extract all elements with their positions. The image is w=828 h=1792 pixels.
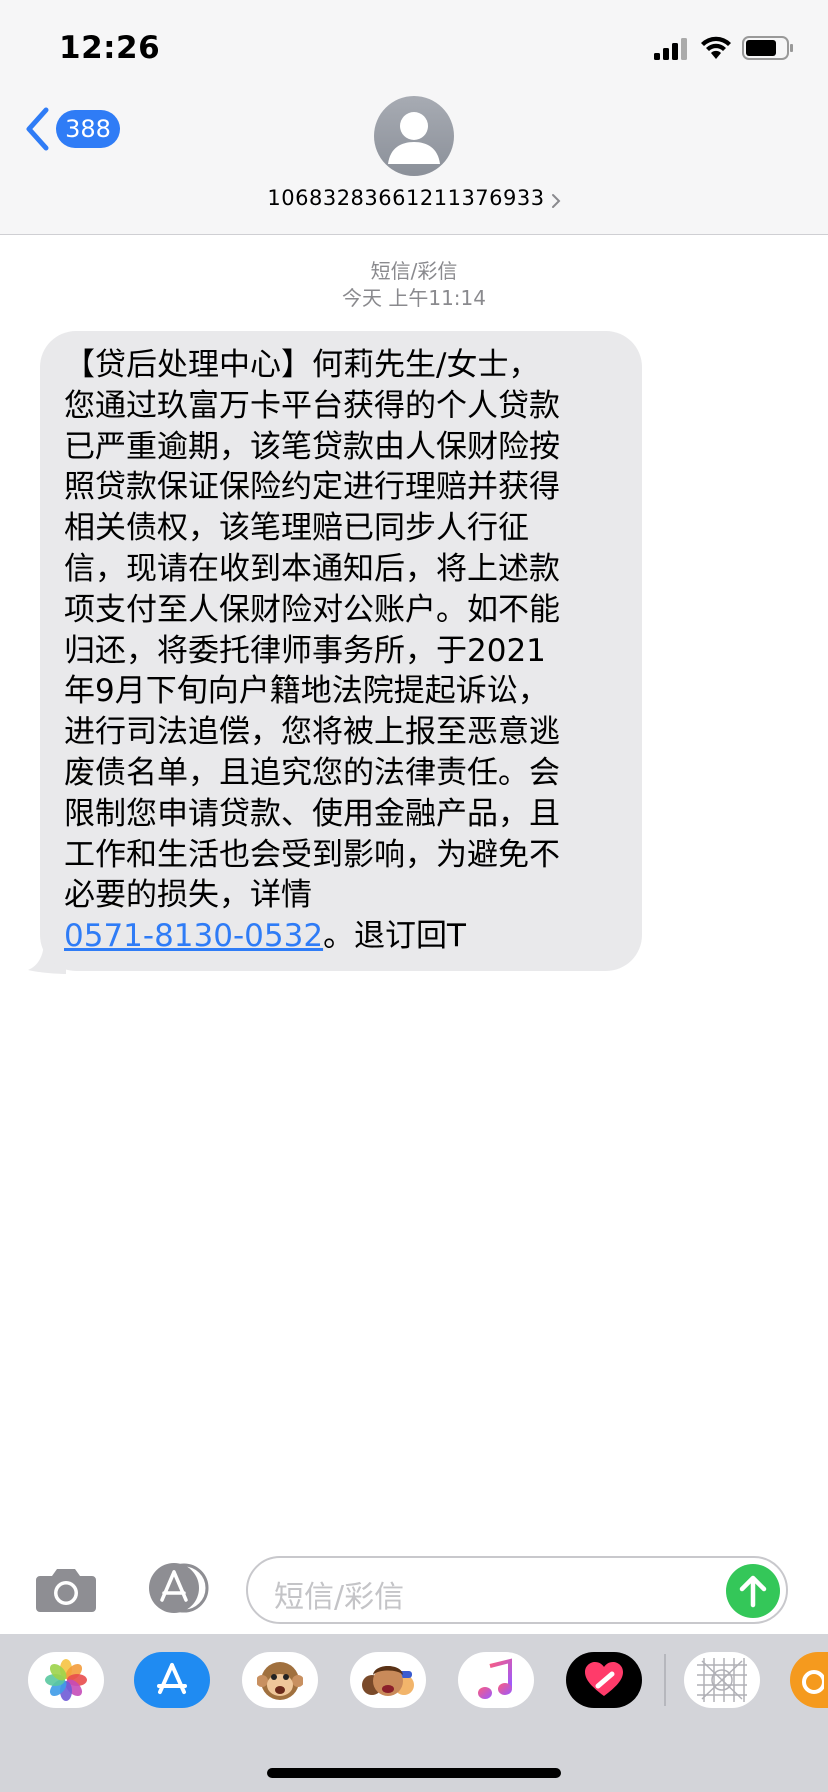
partial-app-icon[interactable] (790, 1652, 828, 1708)
service-label: 短信/彩信 (370, 259, 458, 283)
contact-info[interactable]: 10683283661211376933 (0, 186, 828, 210)
cellular-signal-icon (654, 38, 687, 60)
contact-number: 10683283661211376933 (267, 186, 545, 210)
message-text: 【贷后处理中心】何莉先生/女士， 您通过玖富万卡平台获得的个人贷款 已严重逾期，… (64, 345, 618, 957)
send-button[interactable] (726, 1564, 780, 1618)
unread-badge: 388 (56, 110, 120, 148)
memoji-icon[interactable] (350, 1652, 426, 1708)
input-placeholder: 短信/彩信 (274, 1580, 405, 1615)
camera-icon[interactable] (34, 1566, 98, 1614)
battery-icon (742, 36, 793, 60)
message-body: 【贷后处理中心】何莉先生/女士， 您通过玖富万卡平台获得的个人贷款 已严重逾期，… (64, 347, 560, 914)
home-indicator[interactable] (267, 1768, 561, 1778)
app-store-button[interactable] (140, 1562, 212, 1614)
message-timestamp: 今天 上午11:14 (342, 286, 486, 310)
status-time: 12:26 (59, 30, 161, 66)
photos-icon[interactable] (28, 1652, 104, 1708)
drawer-divider (664, 1654, 666, 1706)
contact-avatar[interactable] (374, 96, 454, 176)
arrow-up-icon (739, 1575, 767, 1608)
chevron-left-icon (26, 107, 49, 151)
back-button[interactable]: 388 (24, 106, 120, 152)
animoji-monkey-icon[interactable] (242, 1652, 318, 1708)
message-bubble[interactable]: 【贷后处理中心】何莉先生/女士， 您通过玖富万卡平台获得的个人贷款 已严重逾期，… (40, 331, 642, 971)
wifi-icon (701, 36, 731, 59)
phone-link[interactable]: 0571-8130-0532 (64, 918, 323, 954)
app-store-icon[interactable] (134, 1652, 210, 1708)
grid-app-icon[interactable] (684, 1652, 760, 1708)
chevron-right-icon (551, 193, 561, 208)
digital-touch-icon[interactable] (566, 1652, 642, 1708)
message-input[interactable]: 短信/彩信 (246, 1556, 788, 1624)
music-icon[interactable] (458, 1652, 534, 1708)
person-icon (388, 112, 440, 164)
message-meta: 短信/彩信 今天 上午11:14 (0, 258, 828, 312)
message-suffix: 。退订回T (323, 918, 466, 955)
